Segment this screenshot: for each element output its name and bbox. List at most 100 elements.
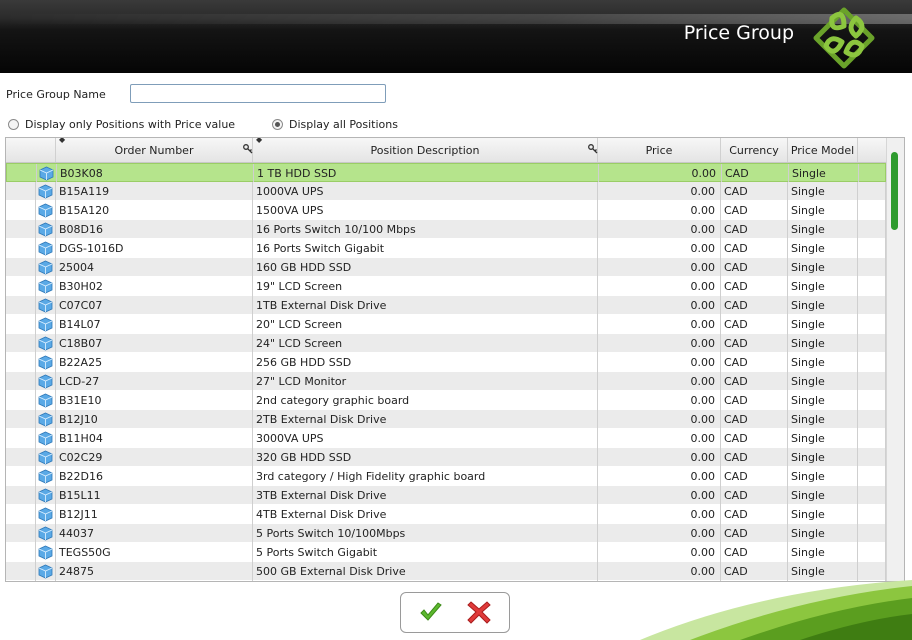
- table-row[interactable]: B15L11 3TB External Disk Drive 0.00 CAD Sing…: [6, 486, 886, 505]
- position-description-cell: 160 GB HDD SSD: [253, 258, 598, 277]
- price-cell[interactable]: 0.00: [598, 258, 721, 277]
- currency-cell: CAD: [721, 524, 788, 543]
- price-model-cell: Single: [788, 334, 858, 353]
- order-number-cell: C18B07: [56, 334, 253, 353]
- table-row[interactable]: DGS-1016D 16 Ports Switch Gigabit 0.00 CAD S…: [6, 239, 886, 258]
- price-cell[interactable]: 0.00: [598, 334, 721, 353]
- table-row[interactable]: C18B07 24" LCD Screen 0.00 CAD Single: [6, 334, 886, 353]
- price-cell[interactable]: 0.00: [598, 448, 721, 467]
- order-number-cell: 24875: [56, 562, 253, 581]
- cube-icon: [38, 393, 53, 408]
- price-cell[interactable]: 0.00: [598, 201, 721, 220]
- currency-cell: CAD: [721, 182, 788, 201]
- price-model-cell: Single: [788, 448, 858, 467]
- price-cell[interactable]: 0.00: [598, 524, 721, 543]
- row-end-cell: [858, 182, 886, 201]
- table-row[interactable]: 25004 160 GB HDD SSD 0.00 CAD Single: [6, 258, 886, 277]
- price-cell[interactable]: 0.00: [598, 391, 721, 410]
- table-row[interactable]: 24875 500 GB External Disk Drive 0.00 CAD Si…: [6, 562, 886, 581]
- cube-icon: [38, 279, 53, 294]
- header-price-model[interactable]: Price Model: [788, 138, 858, 162]
- row-icon-cell: [36, 315, 56, 334]
- row-gutter: [7, 164, 37, 183]
- price-model-cell: Single: [788, 429, 858, 448]
- price-group-name-input[interactable]: [130, 84, 386, 103]
- table-row[interactable]: B22A25 256 GB HDD SSD 0.00 CAD Single: [6, 353, 886, 372]
- price-cell[interactable]: 0.00: [598, 239, 721, 258]
- currency-cell: CAD: [721, 296, 788, 315]
- table-row[interactable]: TEGS50G 5 Ports Switch Gigabit 0.00 CAD Sing…: [6, 543, 886, 562]
- row-icon-cell: [36, 505, 56, 524]
- price-cell[interactable]: 0.00: [598, 220, 721, 239]
- header-currency[interactable]: Currency: [721, 138, 788, 162]
- scrollbar-thumb[interactable]: [891, 152, 898, 230]
- table-row[interactable]: B22D16 3rd category / High Fidelity graph…: [6, 467, 886, 486]
- radio-all-positions[interactable]: Display all Positions: [272, 118, 398, 131]
- table-row[interactable]: B11H04 3000VA UPS 0.00 CAD Single: [6, 429, 886, 448]
- table-row[interactable]: B15A119 1000VA UPS 0.00 CAD Single: [6, 182, 886, 201]
- confirm-button[interactable]: [417, 598, 445, 626]
- currency-cell: CAD: [721, 334, 788, 353]
- table-row[interactable]: B30H02 19" LCD Screen 0.00 CAD Single: [6, 277, 886, 296]
- price-cell[interactable]: 0.00: [598, 296, 721, 315]
- price-cell[interactable]: 0.00: [598, 277, 721, 296]
- table-row[interactable]: B03K08 1 TB HDD SSD 0.00 CAD Single: [6, 163, 887, 183]
- cancel-button[interactable]: [465, 598, 493, 626]
- price-cell[interactable]: 0.00: [598, 429, 721, 448]
- checkmark-icon: [420, 602, 442, 621]
- price-cell[interactable]: 0.00: [598, 505, 721, 524]
- sort-icon[interactable]: ◆: [59, 138, 65, 144]
- currency-cell: CAD: [721, 258, 788, 277]
- position-description-cell: 1TB External Disk Drive: [253, 296, 598, 315]
- table-row[interactable]: B12J11 4TB External Disk Drive 0.00 CAD Sing…: [6, 505, 886, 524]
- table-row[interactable]: B08D16 16 Ports Switch 10/100 Mbps 0.00 CAD…: [6, 220, 886, 239]
- cube-icon: [38, 526, 53, 541]
- radio-only-priced[interactable]: Display only Positions with Price value: [8, 118, 235, 131]
- cube-icon: [38, 336, 53, 351]
- cube-icon: [38, 507, 53, 522]
- cube-icon: [39, 166, 54, 181]
- order-number-cell: B30H02: [56, 277, 253, 296]
- row-end-cell: [858, 543, 886, 562]
- table-row[interactable]: LCD-27 27" LCD Monitor 0.00 CAD Single: [6, 372, 886, 391]
- key-icon: [588, 144, 598, 154]
- table-row[interactable]: B12J10 2TB External Disk Drive 0.00 CAD Sing…: [6, 410, 886, 429]
- vertical-scrollbar[interactable]: [886, 138, 904, 581]
- price-model-cell: Single: [788, 277, 858, 296]
- row-end-cell: [858, 524, 886, 543]
- price-cell[interactable]: 0.00: [598, 182, 721, 201]
- price-cell[interactable]: 0.00: [598, 410, 721, 429]
- position-description-cell: 2nd category graphic board: [253, 391, 598, 410]
- cube-icon: [38, 222, 53, 237]
- currency-cell: CAD: [721, 315, 788, 334]
- price-cell[interactable]: 0.00: [598, 315, 721, 334]
- table-row[interactable]: 44037 5 Ports Switch 10/100Mbps 0.00 CAD Sin…: [6, 524, 886, 543]
- row-icon-cell: [36, 258, 56, 277]
- row-gutter: [6, 467, 36, 486]
- order-number-cell: TEGS50G: [56, 543, 253, 562]
- table-row[interactable]: B31E10 2nd category graphic board 0.00 CAD S…: [6, 391, 886, 410]
- header-position-description[interactable]: ◆ Position Description: [253, 138, 598, 162]
- table-row[interactable]: C07C07 1TB External Disk Drive 0.00 CAD Sing…: [6, 296, 886, 315]
- price-cell[interactable]: 0.00: [598, 372, 721, 391]
- header-order-number[interactable]: ◆ Order Number: [56, 138, 253, 162]
- table-row[interactable]: B14L07 20" LCD Screen 0.00 CAD Single: [6, 315, 886, 334]
- price-model-cell: Single: [789, 164, 859, 183]
- price-cell[interactable]: 0.00: [598, 486, 721, 505]
- price-cell[interactable]: 0.00: [599, 164, 722, 183]
- price-cell[interactable]: 0.00: [598, 467, 721, 486]
- price-cell[interactable]: 0.00: [598, 543, 721, 562]
- table-row[interactable]: B15A120 1500VA UPS 0.00 CAD Single: [6, 201, 886, 220]
- row-end-cell: [858, 505, 886, 524]
- price-cell[interactable]: 0.00: [598, 562, 721, 581]
- row-end-cell: [858, 239, 886, 258]
- radio-only-priced-button[interactable]: [8, 119, 19, 130]
- order-number-cell: B31E10: [56, 391, 253, 410]
- header-price[interactable]: Price: [598, 138, 721, 162]
- radio-all-positions-button[interactable]: [272, 119, 283, 130]
- row-end-cell: [858, 258, 886, 277]
- table-row[interactable]: C02C29 320 GB HDD SSD 0.00 CAD Single: [6, 448, 886, 467]
- price-cell[interactable]: 0.00: [598, 353, 721, 372]
- sort-icon[interactable]: ◆: [256, 138, 262, 144]
- currency-cell: CAD: [721, 372, 788, 391]
